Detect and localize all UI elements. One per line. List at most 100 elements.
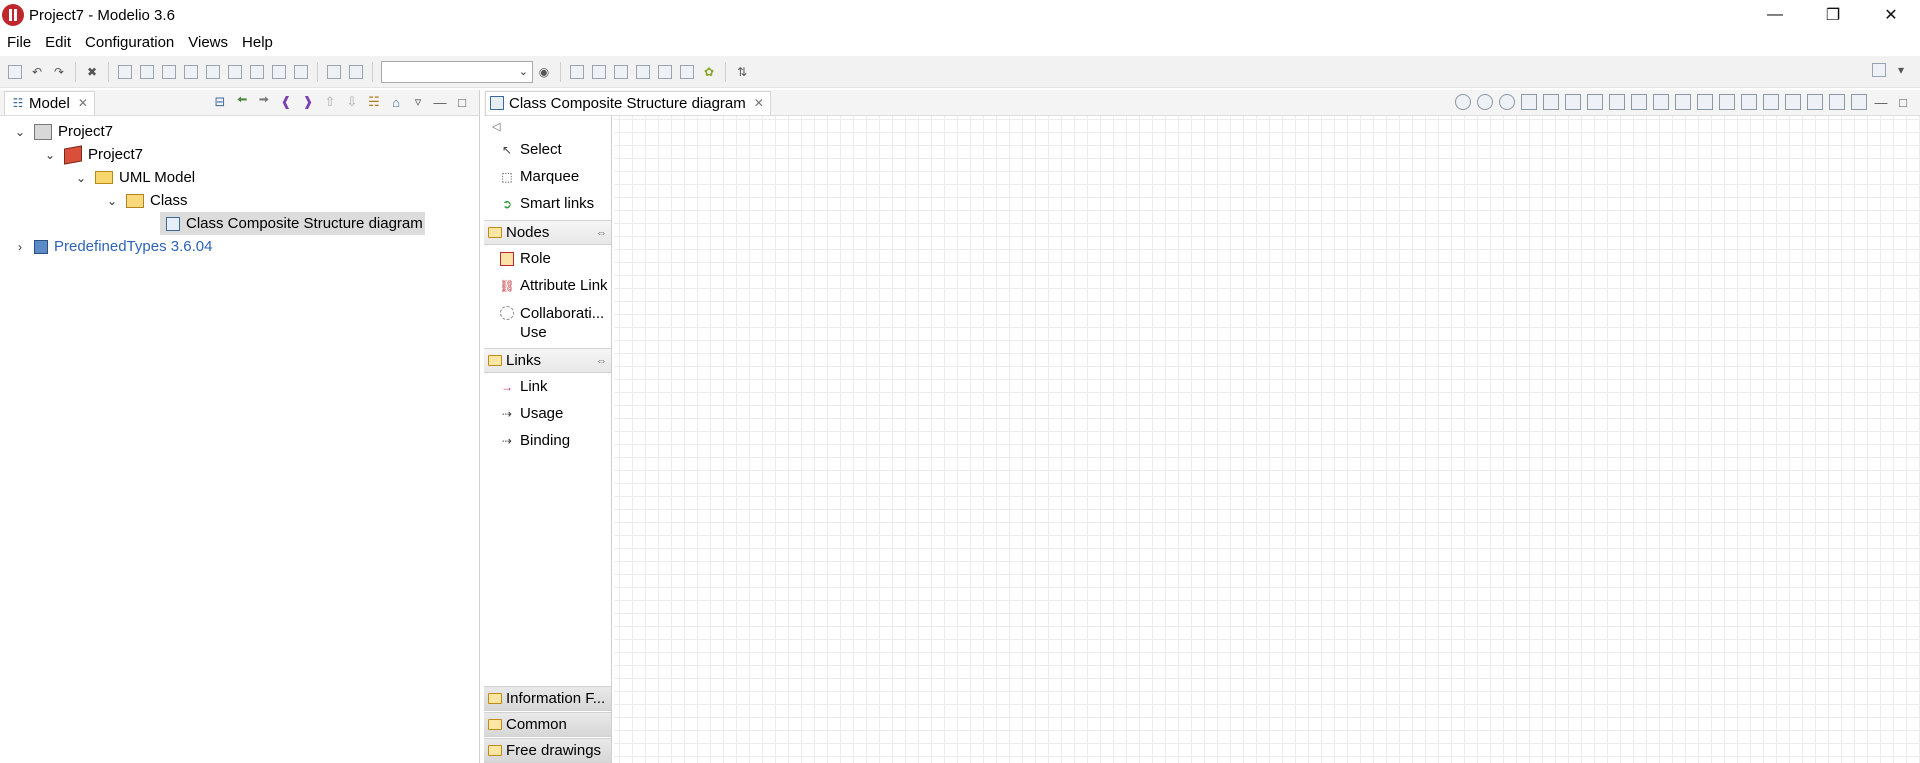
tools-icon[interactable]: ✖ [83,63,101,81]
hierarchy-icon[interactable]: ☵ [366,94,382,110]
palette-tool-attribute-link[interactable]: ⛓ Attribute Link [484,272,611,299]
binoculars-icon[interactable]: ◉ [535,63,553,81]
pin-icon[interactable]: ⇔ [596,227,607,239]
menu-edit[interactable]: Edit [38,34,78,51]
import-icon[interactable] [184,64,198,79]
perspective-icon[interactable] [570,64,584,79]
zoom-out-icon[interactable] [1499,94,1515,110]
distribute-vertical-icon[interactable] [1763,94,1779,110]
palette-tool-marquee[interactable]: ⬚ Marquee [484,163,611,190]
save-icon[interactable] [8,64,22,79]
minimize-panel-icon[interactable]: — [432,94,448,110]
chevron-down-icon[interactable]: ⌄ [42,148,58,162]
generate-icon[interactable] [272,64,286,79]
layers-icon[interactable] [1565,94,1581,110]
chevron-down-icon[interactable]: ⌄ [73,171,89,185]
tree-item-predefined-types[interactable]: › PredefinedTypes 3.6.04 [12,235,212,258]
up-arrow-icon[interactable]: ⇧ [322,94,338,110]
align-middle-icon[interactable] [1697,94,1713,110]
minimize-button[interactable]: — [1746,0,1804,30]
tree-item-uml-model[interactable]: ⌄ UML Model [73,166,195,189]
align-top-icon[interactable] [1609,94,1625,110]
perspective-switch-icon[interactable] [1872,63,1886,77]
menu-configuration[interactable]: Configuration [78,34,181,51]
align-bottom-icon[interactable] [1653,94,1669,110]
palette-tool-role[interactable]: Role [484,245,611,272]
tree-item-class[interactable]: ⌄ Class [104,189,188,212]
close-project-icon[interactable] [162,64,176,79]
model-view-icon[interactable] [592,64,606,79]
tree-item-class-composite-structure-diagram[interactable]: Class Composite Structure diagram [160,212,425,235]
edit-style-icon[interactable] [1807,94,1823,110]
palette-tool-link[interactable]: → Link [484,373,611,400]
tab-class-composite-structure-diagram[interactable]: Class Composite Structure diagram ✕ [485,90,771,115]
outline-view-icon[interactable] [658,64,672,79]
palette-group-information-flow[interactable]: Information F... [484,686,611,711]
minimize-panel-icon[interactable]: — [1873,94,1889,110]
maximize-panel-icon[interactable]: □ [1895,94,1911,110]
create-project-icon[interactable] [118,64,132,79]
collapse-all-icon[interactable]: ⊟ [212,94,228,110]
zoom-fit-icon[interactable] [1455,94,1471,110]
palette-group-links[interactable]: Links ⇔ [484,348,611,373]
diagram-canvas[interactable] [614,116,1920,763]
home-icon[interactable]: ⌂ [388,94,404,110]
show-grid-icon[interactable] [1829,94,1845,110]
audit-view-icon[interactable] [680,64,694,79]
layout-icon[interactable] [1851,94,1867,110]
link-back-icon[interactable]: ❰ [278,94,294,110]
save-image-icon[interactable] [1543,94,1559,110]
search-combo[interactable]: ⌄ [381,60,533,83]
back-icon[interactable]: 🠨 [234,92,250,110]
palette-group-free-drawings[interactable]: Free drawings [484,738,611,763]
zoom-in-icon[interactable] [1477,94,1493,110]
open-project-icon[interactable] [140,64,154,79]
chevron-down-icon[interactable]: ▾ [1892,61,1910,79]
palette-group-nodes[interactable]: Nodes ⇔ [484,220,611,245]
fit-size-icon[interactable] [1587,94,1603,110]
palette-tool-select[interactable]: ↖ Select [484,136,611,163]
sort-icon[interactable]: ⇅ [733,63,751,81]
close-icon[interactable]: ✕ [78,96,88,110]
palette-tool-usage[interactable]: ⇢ Usage [484,400,611,427]
palette-tool-binding[interactable]: ⇢ Binding [484,427,611,454]
palette-tool-smart-links[interactable]: ➲ Smart links [484,190,611,217]
menu-file[interactable]: File [0,34,38,51]
settings-icon[interactable] [349,64,363,79]
align-center-icon[interactable] [1719,94,1735,110]
deploy-icon[interactable] [250,64,264,79]
close-button[interactable]: ✕ [1862,0,1920,30]
pin-icon[interactable]: ⇔ [596,355,607,367]
chevron-down-icon[interactable]: ⌄ [12,125,28,139]
tree-item-project7-root[interactable]: ⌄ Project7 [12,120,113,143]
print-icon[interactable] [1521,94,1537,110]
diagram-view-icon[interactable] [614,64,628,79]
build-icon[interactable] [228,64,242,79]
undo-icon[interactable]: ↶ [28,63,46,81]
link-forward-icon[interactable]: ❱ [300,94,316,110]
properties-view-icon[interactable] [636,64,650,79]
maximize-button[interactable]: ❐ [1804,0,1862,30]
grid-icon[interactable] [327,64,341,79]
distribute-horizontal-icon[interactable] [1741,94,1757,110]
menu-views[interactable]: Views [181,34,235,51]
align-left-icon[interactable] [1631,94,1647,110]
palette-collapse-icon[interactable]: ◁ [484,116,611,136]
down-arrow-icon[interactable]: ⇩ [344,94,360,110]
tree-item-project7-package[interactable]: ⌄ Project7 [42,143,143,166]
close-icon[interactable]: ✕ [754,96,764,110]
redo-icon[interactable]: ↷ [50,63,68,81]
reverse-icon[interactable] [294,64,308,79]
tab-model[interactable]: ☷ Model ✕ [4,90,95,115]
modules-icon[interactable]: ✿ [700,63,718,81]
chevron-down-icon[interactable]: ⌄ [104,194,120,208]
menu-help[interactable]: Help [235,34,280,51]
maximize-panel-icon[interactable]: □ [454,94,470,110]
forward-icon[interactable]: 🠪 [256,92,272,110]
export-icon[interactable] [206,64,220,79]
chevron-right-icon[interactable]: › [12,240,28,254]
palette-tool-collaboration-use[interactable]: Collaborati... Use [484,299,611,345]
palette-group-common[interactable]: Common [484,712,611,737]
view-menu-icon[interactable]: ▿ [410,94,426,110]
snap-grid-icon[interactable] [1785,94,1801,110]
